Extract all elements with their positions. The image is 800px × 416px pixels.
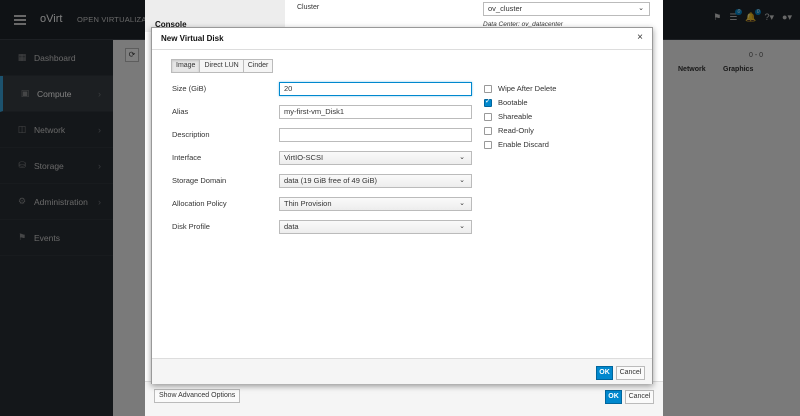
description-input[interactable] [279,128,472,142]
vm-ok-button[interactable]: OK [605,390,622,404]
checkbox-box[interactable] [484,126,492,135]
checkbox-box[interactable] [484,140,492,149]
storage-domain-label: Storage Domain [172,176,227,185]
dialog-title: New Virtual Disk [161,34,224,43]
chevron-down-icon: ⌄ [459,223,465,230]
disk-profile-label: Disk Profile [172,222,210,231]
cluster-label: Cluster [297,4,320,11]
ok-button[interactable]: OK [596,366,613,380]
tab-image[interactable]: Image [171,59,201,73]
checkbox-label: Bootable [498,98,528,107]
description-label: Description [172,130,210,139]
checkbox-label: Shareable [498,112,533,121]
chevron-down-icon: ⌄ [459,200,465,207]
close-icon[interactable]: × [637,32,643,43]
checkbox-label: Read-Only [498,126,534,135]
allocation-policy-select-value: Thin Provision [284,199,332,208]
bootable-checkbox[interactable]: Bootable [484,97,528,107]
wipe-after-delete-checkbox[interactable]: Wipe After Delete [484,84,556,93]
interface-select[interactable]: VirtIO-SCSI ⌄ [279,151,472,165]
size-label: Size (GiB) [172,84,207,93]
vm-cancel-button[interactable]: Cancel [625,390,654,404]
cluster-select-value: ov_cluster [488,4,523,13]
checkbox-box[interactable] [484,97,492,107]
show-advanced-options-button[interactable]: Show Advanced Options [154,389,241,403]
disk-profile-select-value: data [284,222,299,231]
disk-profile-select[interactable]: data ⌄ [279,220,472,234]
allocation-policy-label: Allocation Policy [172,199,227,208]
size-input[interactable]: 20 [279,82,472,96]
chevron-down-icon: ⌄ [638,5,644,12]
read-only-checkbox[interactable]: Read-Only [484,126,534,135]
shareable-checkbox[interactable]: Shareable [484,112,532,121]
tab-direct-lun[interactable]: Direct LUN [199,59,244,73]
alias-label: Alias [172,107,189,116]
checkbox-label: Enable Discard [498,140,549,149]
cancel-button[interactable]: Cancel [616,366,645,380]
chevron-down-icon: ⌄ [459,177,465,184]
checkbox-box[interactable] [484,84,492,93]
checkbox-label: Wipe After Delete [498,84,557,93]
dialog-footer [152,358,652,384]
dialog-header: New Virtual Disk × [152,28,652,50]
storage-domain-select-value: data (19 GiB free of 49 GiB) [284,176,377,185]
interface-label: Interface [172,153,202,162]
alias-input[interactable]: my-first-vm_Disk1 [279,105,472,119]
disk-type-tabs: Image Direct LUN Cinder [171,59,274,73]
enable-discard-checkbox[interactable]: Enable Discard [484,140,549,149]
storage-domain-select[interactable]: data (19 GiB free of 49 GiB) ⌄ [279,174,472,188]
chevron-down-icon: ⌄ [459,154,465,161]
cluster-select[interactable]: ov_cluster ⌄ [483,2,650,16]
new-virtual-disk-dialog: New Virtual Disk × Image Direct LUN Cind… [151,27,653,384]
interface-select-value: VirtIO-SCSI [284,153,324,162]
tab-cinder[interactable]: Cinder [242,59,274,73]
checkbox-box[interactable] [484,112,492,121]
allocation-policy-select[interactable]: Thin Provision ⌄ [279,197,472,211]
